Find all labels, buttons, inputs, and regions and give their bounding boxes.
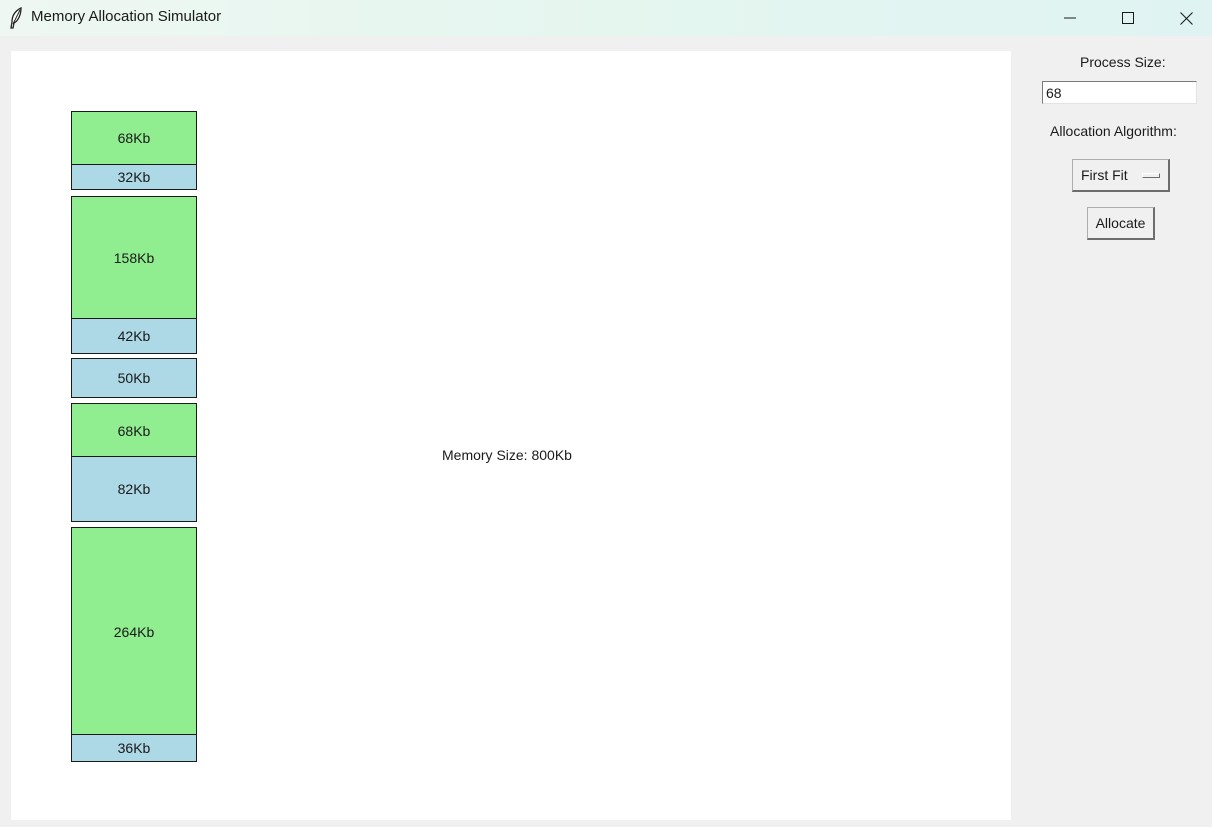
minimize-icon bbox=[1064, 17, 1076, 19]
feather-icon bbox=[9, 6, 23, 29]
close-icon bbox=[1179, 11, 1193, 25]
algorithm-select-value: First Fit bbox=[1081, 167, 1128, 183]
close-button[interactable] bbox=[1157, 0, 1212, 36]
maximize-button[interactable] bbox=[1099, 0, 1157, 36]
free-block: 32Kb bbox=[71, 164, 197, 190]
window-title: Memory Allocation Simulator bbox=[31, 8, 222, 25]
allocate-button-label: Allocate bbox=[1095, 215, 1146, 231]
algorithm-select[interactable]: First Fit bbox=[1072, 159, 1170, 192]
minimize-button[interactable] bbox=[1041, 0, 1099, 36]
allocation-algorithm-label: Allocation Algorithm: bbox=[1050, 123, 1177, 139]
free-block: 50Kb bbox=[71, 358, 197, 398]
option-menu-indicator-icon bbox=[1142, 173, 1160, 178]
process-size-input[interactable] bbox=[1042, 81, 1197, 104]
memory-block-label: 50Kb bbox=[117, 370, 151, 386]
free-block: 82Kb bbox=[71, 456, 197, 522]
memory-size-label: Memory Size: 800Kb bbox=[442, 447, 572, 463]
memory-block-label: 68Kb bbox=[117, 422, 151, 439]
memory-block-label: 32Kb bbox=[117, 169, 151, 185]
title-bar: Memory Allocation Simulator bbox=[0, 0, 1212, 36]
memory-block-label: 82Kb bbox=[117, 481, 151, 497]
memory-block-label: 36Kb bbox=[117, 740, 151, 756]
allocated-block: 68Kb bbox=[71, 403, 197, 458]
free-block: 42Kb bbox=[71, 318, 197, 354]
process-size-label: Process Size: bbox=[1080, 54, 1166, 70]
memory-block-label: 158Kb bbox=[113, 250, 155, 266]
allocated-block: 158Kb bbox=[71, 196, 197, 320]
allocate-button[interactable]: Allocate bbox=[1087, 207, 1155, 240]
memory-block-label: 42Kb bbox=[117, 328, 151, 344]
memory-block-label: 264Kb bbox=[113, 623, 155, 640]
maximize-icon bbox=[1122, 12, 1134, 24]
free-block: 36Kb bbox=[71, 734, 197, 762]
allocated-block: 68Kb bbox=[71, 111, 197, 165]
allocated-block: 264Kb bbox=[71, 527, 197, 736]
memory-block-label: 68Kb bbox=[117, 130, 151, 146]
memory-canvas: 68Kb 32Kb 158Kb 42Kb 50Kb 68Kb 82Kb 264Kb 36Kb M… bbox=[11, 51, 1011, 820]
